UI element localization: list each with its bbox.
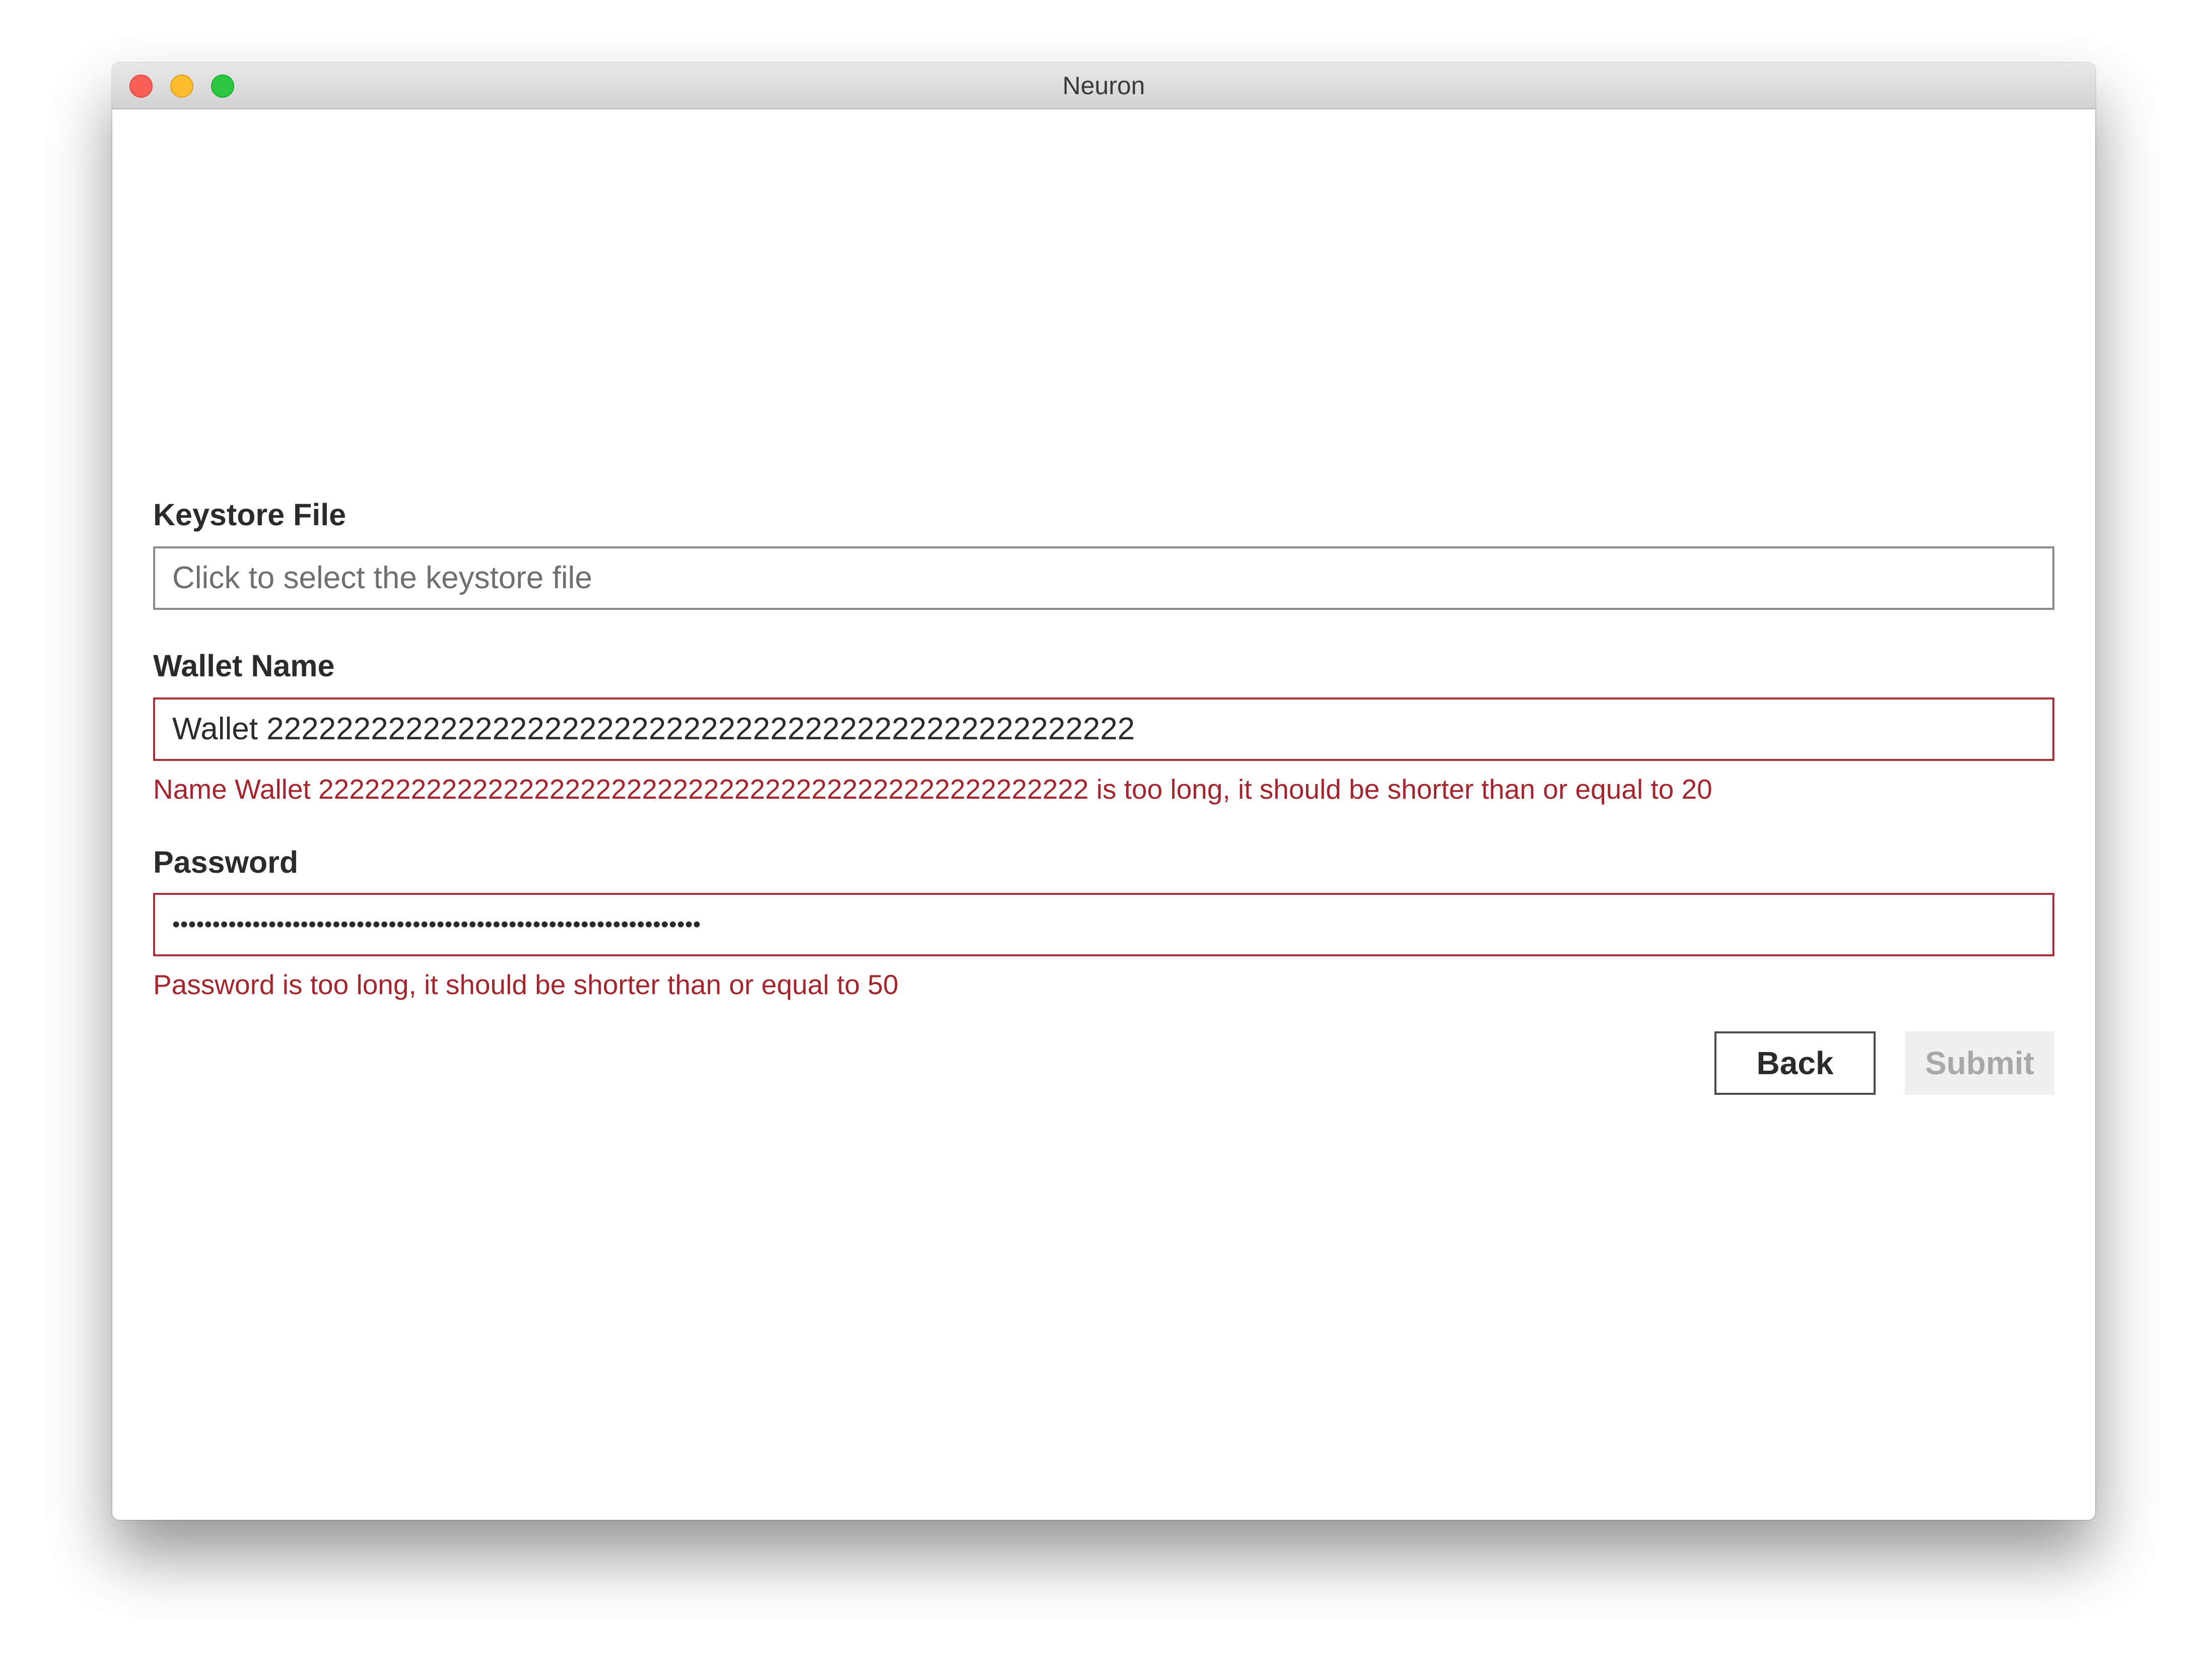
- window-title: Neuron: [1062, 72, 1145, 100]
- back-button[interactable]: Back: [1714, 1031, 1876, 1095]
- password-input[interactable]: ••••••••••••••••••••••••••••••••••••••••…: [153, 893, 2054, 956]
- password-error: Password is too long, it should be short…: [153, 969, 899, 1000]
- submit-button[interactable]: Submit: [1905, 1031, 2054, 1095]
- wallet-name-input[interactable]: Wallet 222222222222222222222222222222222…: [153, 697, 2054, 761]
- app-window: Neuron Keystore File Click to select the…: [112, 63, 2095, 1520]
- wallet-name-error: Name Wallet 2222222222222222222222222222…: [153, 774, 1712, 805]
- password-label: Password: [153, 845, 299, 879]
- keystore-file-label: Keystore File: [153, 498, 347, 532]
- keystore-file-input[interactable]: Click to select the keystore file: [153, 546, 2054, 610]
- wallet-name-label: Wallet Name: [153, 649, 335, 683]
- title-bar[interactable]: Neuron: [112, 63, 2095, 109]
